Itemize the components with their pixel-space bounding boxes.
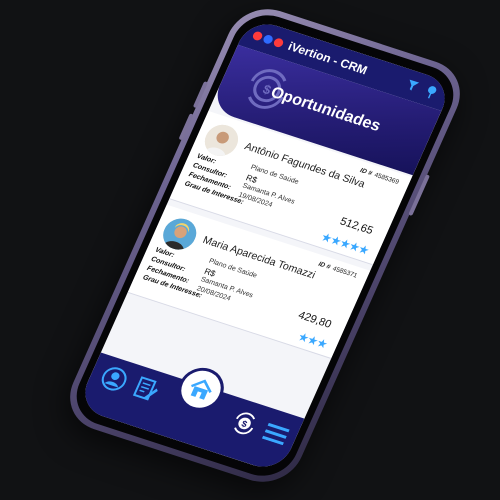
card-id: ID #4585371 <box>317 260 359 280</box>
app-screen: iVertion - CRM $ Oportunidades ID #45853… <box>76 17 454 474</box>
hamburger-menu-icon[interactable] <box>260 420 292 448</box>
pin-icon[interactable] <box>422 83 441 100</box>
money-cycle-icon[interactable]: $ <box>227 407 262 439</box>
stage: iVertion - CRM $ Oportunidades ID #45853… <box>0 0 500 500</box>
phone-frame: iVertion - CRM $ Oportunidades ID #45853… <box>57 0 473 492</box>
opportunity-amount: 429,80 <box>296 309 334 331</box>
app-logo-icon <box>251 29 285 48</box>
opportunity-amount: 512,65 <box>338 215 375 238</box>
document-edit-icon[interactable] <box>129 373 164 405</box>
interest-stars: ★★★ <box>295 329 330 352</box>
phone-bezel: iVertion - CRM $ Oportunidades ID #45853… <box>65 6 465 485</box>
home-icon <box>190 379 212 400</box>
filter-icon[interactable] <box>403 77 422 94</box>
logo-dot-red-2 <box>272 36 285 48</box>
page-title: Oportunidades <box>267 84 384 135</box>
user-icon[interactable] <box>96 363 131 395</box>
